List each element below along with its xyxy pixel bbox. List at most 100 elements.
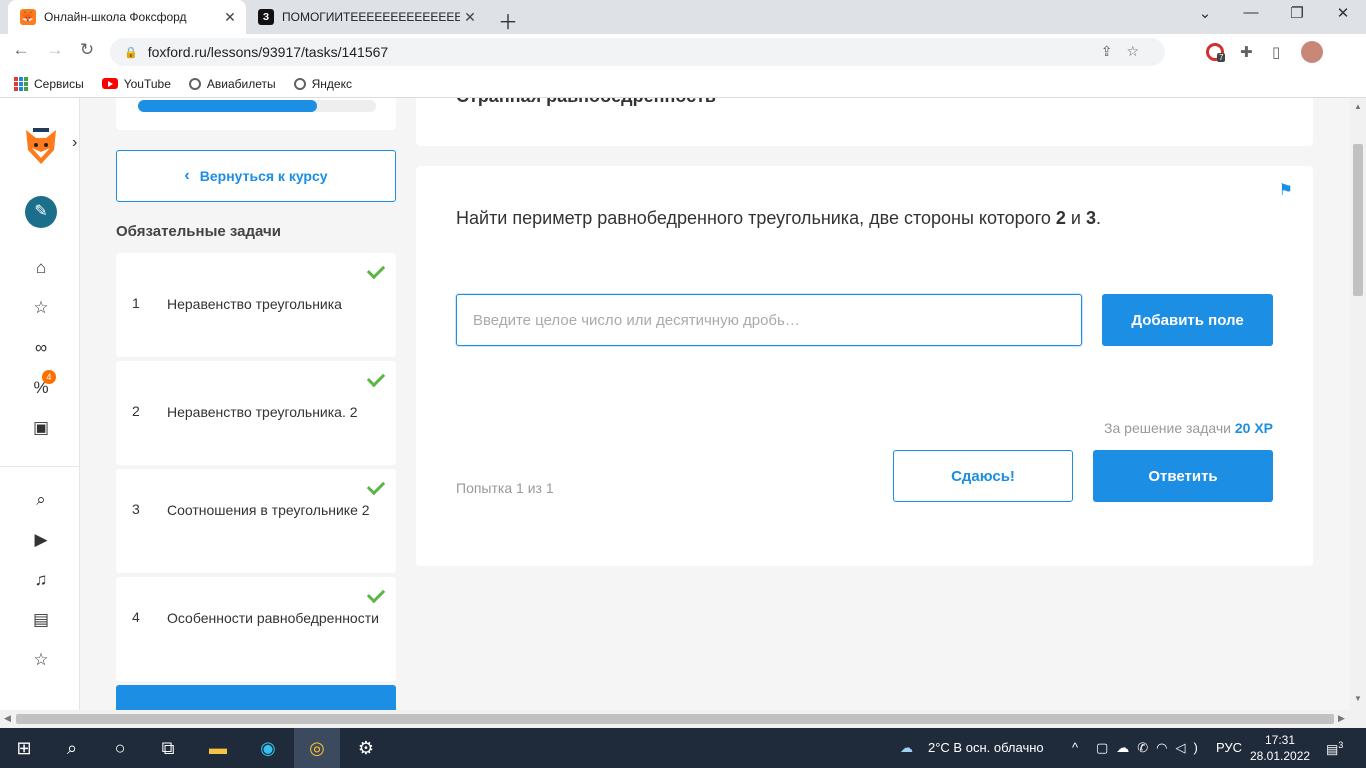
bookmark-label: Яндекс (311, 76, 352, 91)
bookmark-services[interactable]: Сервисы (14, 76, 84, 91)
profile-avatar[interactable] (1301, 41, 1323, 63)
check-icon (366, 476, 386, 496)
back-to-course-button[interactable]: ‹ Вернуться к курсу (116, 150, 396, 202)
address-bar[interactable]: 🔒 foxford.ru/lessons/93917/tasks/141567 … (110, 38, 1165, 66)
cortana-icon[interactable]: ○ (108, 736, 132, 760)
search-icon[interactable]: ⌕ (30, 490, 52, 512)
tab-search-icon[interactable]: ⌄ (1190, 4, 1220, 22)
question-suffix: . (1095, 208, 1101, 228)
attempt-counter: Попытка 1 из 1 (456, 480, 554, 496)
bookmark-label: Авиабилеты (206, 76, 276, 91)
progress-fill (138, 100, 317, 112)
reload-icon[interactable]: ↻ (74, 40, 100, 60)
scroll-right-icon[interactable]: ▶ (1338, 713, 1345, 724)
expand-menu-chevron-icon[interactable]: › (72, 134, 77, 152)
forward-icon[interactable]: → (42, 40, 68, 60)
task-panel: ⚑ Найти периметр равнобедренного треугол… (416, 166, 1313, 566)
task-card-1[interactable]: 1 Неравенство треугольника (116, 253, 396, 357)
language-indicator[interactable]: РУС (1216, 740, 1242, 755)
give-up-button[interactable]: Сдаюсь! (893, 450, 1073, 502)
subject-brand-icon[interactable]: ✎ (25, 196, 57, 228)
bookmarks-bar: Сервисы YouTube Авиабилеты Яндекс (0, 70, 1366, 98)
courses-icon[interactable]: ∞ (30, 338, 52, 360)
task-name: Неравенство треугольника (167, 296, 342, 312)
report-flag-icon[interactable]: ⚑ (1279, 180, 1293, 200)
weather-icon[interactable]: ☁ (900, 740, 913, 756)
clock[interactable]: 17:31 28.01.2022 (1250, 732, 1310, 764)
search-icon[interactable]: ⌕ (60, 736, 84, 760)
windows-start-icon[interactable]: ⊞ (12, 736, 36, 760)
settings-icon[interactable]: ⚙ (354, 736, 378, 760)
url-text: foxford.ru/lessons/93917/tasks/141567 (147, 44, 389, 60)
foxford-logo-icon[interactable] (24, 128, 58, 166)
share-star-icons[interactable]: ⇪☆ (1101, 43, 1153, 60)
chrome-icon[interactable]: ◎ (305, 736, 329, 760)
gift-icon[interactable]: ▣ (30, 418, 52, 440)
answer-input[interactable] (456, 294, 1082, 346)
next-task-card[interactable] (116, 685, 396, 710)
close-window-icon[interactable]: ✕ (1328, 4, 1358, 22)
task-card-2[interactable]: 2 Неравенство треугольника. 2 (116, 361, 396, 465)
hscroll-thumb[interactable] (16, 714, 1334, 724)
notifications-count: 3 (1338, 740, 1344, 750)
task-header-title: Странная равнобедренность (456, 98, 716, 107)
home-icon[interactable]: ⌂ (30, 258, 52, 280)
horizontal-scrollbar[interactable]: ◀ ▶ (0, 710, 1366, 728)
course-sidebar: ‹ Вернуться к курсу Обязательные задачи … (116, 98, 396, 710)
browser-toolbar: ← → ↻ 🔒 foxford.ru/lessons/93917/tasks/1… (0, 34, 1366, 70)
browser-tab-foxford[interactable]: 🦊 Онлайн-школа Фоксфорд ✕ (8, 0, 246, 34)
scroll-up-icon[interactable]: ▲ (1354, 102, 1362, 111)
back-icon[interactable]: ← (8, 40, 34, 60)
minimize-icon[interactable]: — (1236, 4, 1266, 21)
vertical-scrollbar[interactable]: ▲ ▼ (1350, 98, 1366, 710)
add-field-button[interactable]: Добавить поле (1102, 294, 1273, 346)
tray-icons[interactable]: ▢☁✆◠◁) (1096, 740, 1206, 756)
edge-icon[interactable]: ◉ (256, 736, 280, 760)
headphones-icon[interactable]: ♫ (30, 570, 52, 592)
bookmark-yandex[interactable]: Яндекс (293, 76, 352, 91)
file-explorer-icon[interactable]: ▬ (206, 736, 230, 760)
youtube-icon (101, 78, 118, 89)
restore-icon[interactable]: ❐ (1282, 4, 1312, 22)
check-icon (366, 260, 386, 280)
tab-title: ПОМОГИИТЕЕЕЕЕЕЕЕЕЕЕЕЕЕЕ - Ш (282, 10, 460, 24)
question-prefix: Найти периметр равнобедренного треугольн… (456, 208, 1056, 228)
apps-grid-icon (14, 76, 28, 91)
task-number: 4 (132, 609, 140, 625)
close-tab-icon[interactable]: ✕ (220, 9, 240, 26)
side-panel-icon[interactable]: ▯ (1272, 43, 1280, 61)
task-card-3[interactable]: 3 Соотношения в треугольнике 2 (116, 469, 396, 573)
scroll-thumb[interactable] (1353, 144, 1363, 296)
fox-favicon-icon: 🦊 (20, 9, 36, 25)
globe-icon (188, 77, 201, 90)
opera-extension-icon[interactable]: 7 (1206, 43, 1226, 62)
new-tab-icon[interactable]: ＋ (498, 6, 518, 35)
task-number: 3 (132, 501, 140, 517)
progress-bar (138, 100, 376, 112)
check-icon (366, 584, 386, 604)
page-content: › ✎ ⌂ ☆ ∞ % 4 ▣ ⌕ ▶ ♫ ▤ ☆ ‹ Вернуться к … (0, 98, 1366, 710)
scroll-down-icon[interactable]: ▼ (1354, 694, 1362, 703)
discount-icon[interactable]: % 4 (30, 370, 56, 400)
board-icon[interactable]: ▤ (30, 610, 52, 632)
task-card-4[interactable]: 4 Особенности равнобедренности (116, 577, 396, 681)
notifications-icon[interactable]: ▤3 (1326, 740, 1343, 757)
globe-icon (293, 77, 306, 90)
task-view-icon[interactable]: ⧉ (156, 736, 180, 760)
star-icon[interactable]: ☆ (30, 298, 52, 320)
scroll-left-icon[interactable]: ◀ (4, 713, 11, 724)
left-navigation: › ✎ ⌂ ☆ ∞ % 4 ▣ ⌕ ▶ ♫ ▤ ☆ (0, 98, 80, 710)
video-icon[interactable]: ▶ (30, 530, 52, 552)
close-tab-icon[interactable]: ✕ (460, 9, 480, 26)
browser-tab-znanija[interactable]: З ПОМОГИИТЕЕЕЕЕЕЕЕЕЕЕЕЕЕЕ - Ш ✕ (250, 0, 486, 34)
extensions-puzzle-icon[interactable]: ✚ (1240, 43, 1253, 61)
windows-taskbar: ⊞ ⌕ ○ ⧉ ▬ ◉ ◎ ⚙ ☁ 2°C В осн. облачно ^ ▢… (0, 728, 1366, 768)
reward-xp: 20 XP (1234, 420, 1273, 436)
notification-badge: 4 (42, 370, 56, 384)
tray-chevron-icon[interactable]: ^ (1072, 740, 1078, 755)
weather-text[interactable]: 2°C В осн. облачно (928, 740, 1044, 755)
bookmark-youtube[interactable]: YouTube (101, 77, 171, 91)
favorites-icon[interactable]: ☆ (30, 650, 52, 672)
submit-answer-button[interactable]: Ответить (1093, 450, 1273, 502)
bookmark-aviabilety[interactable]: Авиабилеты (188, 76, 276, 91)
